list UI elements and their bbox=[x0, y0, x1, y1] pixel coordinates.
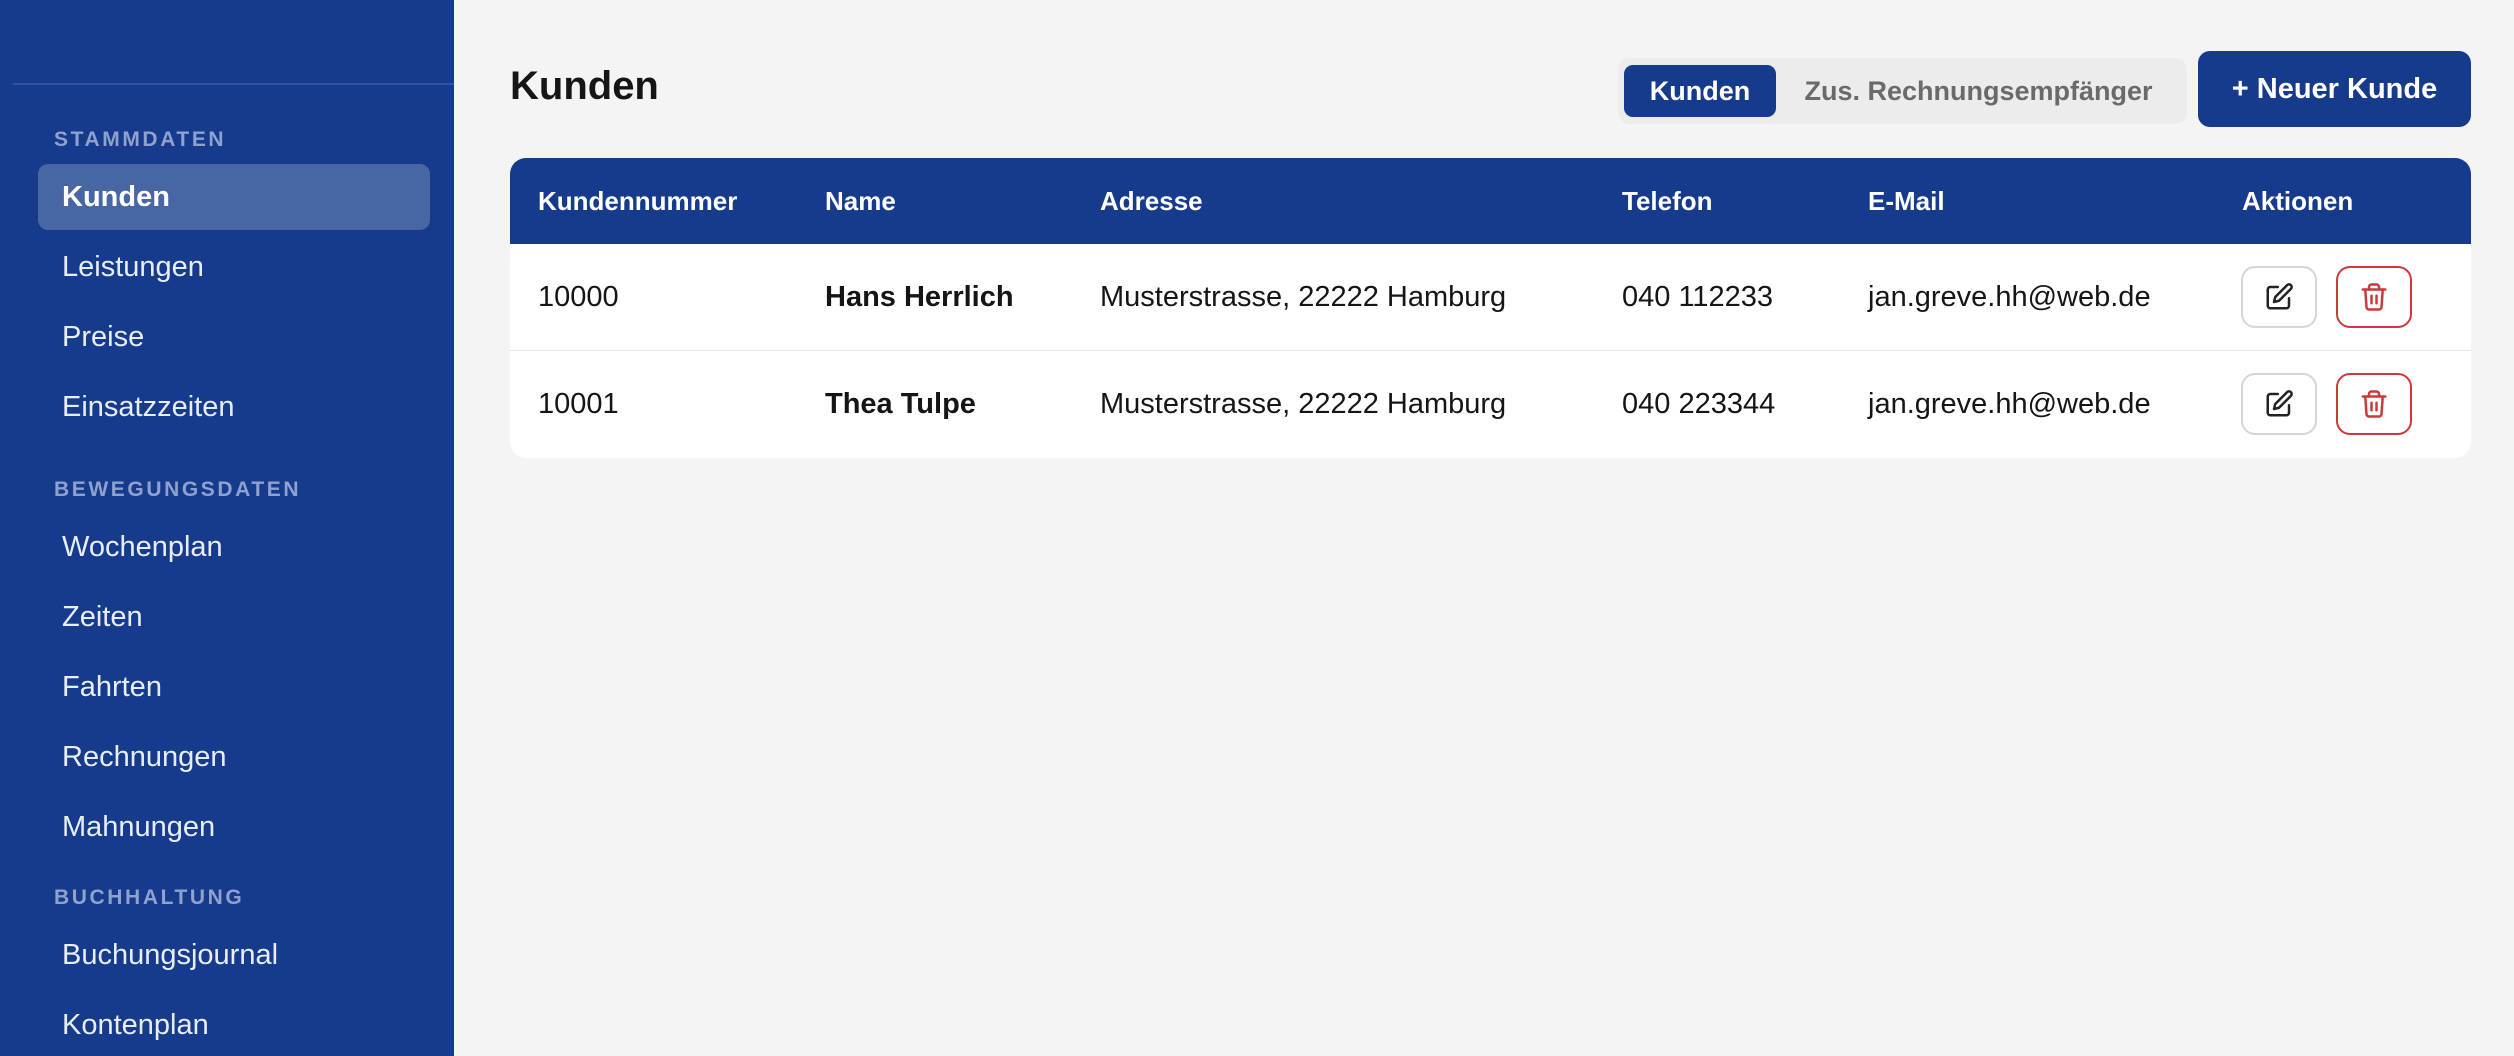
sidebar-item-fahrten[interactable]: Fahrten bbox=[38, 654, 430, 720]
customer-phone: 040 223344 bbox=[1622, 388, 1776, 420]
section-buchhaltung: BUCHHALTUNG bbox=[54, 886, 245, 909]
trash-icon bbox=[2361, 390, 2387, 418]
edit-icon bbox=[2266, 390, 2293, 417]
column-header-telefon: Telefon bbox=[1622, 185, 1713, 216]
customers-table: Kundennummer Name Adresse Telefon E-Mail… bbox=[510, 158, 2471, 458]
customer-address: Musterstrasse, 22222 Hamburg bbox=[1100, 388, 1507, 420]
page-title: Kunden bbox=[510, 64, 659, 108]
sidebar-item-kunden[interactable]: Kunden bbox=[38, 164, 430, 230]
sidebar: STAMMDATEN Kunden Leistungen Preise Eins… bbox=[0, 0, 454, 1056]
table-row: 10000 Hans Herrlich Musterstrasse, 22222… bbox=[510, 244, 2471, 351]
column-header-aktionen: Aktionen bbox=[2242, 185, 2354, 216]
column-header-kundennummer: Kundennummer bbox=[538, 185, 738, 216]
column-header-name: Name bbox=[825, 185, 896, 216]
sidebar-item-mahnungen[interactable]: Mahnungen bbox=[38, 794, 430, 860]
edit-icon bbox=[2266, 283, 2293, 310]
customer-phone: 040 112233 bbox=[1622, 281, 1774, 313]
trash-icon bbox=[2361, 283, 2387, 311]
sidebar-item-buchungsjournal[interactable]: Buchungsjournal bbox=[38, 922, 430, 988]
main-content: Kunden Kunden Zus. Rechnungsempfänger + … bbox=[454, 0, 2514, 1056]
customer-email: jan.greve.hh@web.de bbox=[1868, 388, 2151, 420]
view-switcher: Kunden Zus. Rechnungsempfänger bbox=[1618, 58, 2187, 124]
customer-number: 10000 bbox=[538, 281, 619, 313]
delete-button[interactable] bbox=[2336, 266, 2412, 328]
customer-address: Musterstrasse, 22222 Hamburg bbox=[1100, 281, 1507, 313]
section-stammdaten: STAMMDATEN bbox=[54, 128, 227, 151]
new-customer-button[interactable]: + Neuer Kunde bbox=[2198, 51, 2471, 127]
tab-kunden[interactable]: Kunden bbox=[1624, 65, 1776, 117]
sidebar-item-rechnungen[interactable]: Rechnungen bbox=[38, 724, 430, 790]
customer-name: Hans Herrlich bbox=[825, 281, 1014, 313]
table-row: 10001 Thea Tulpe Musterstrasse, 22222 Ha… bbox=[510, 351, 2471, 458]
column-header-adresse: Adresse bbox=[1100, 185, 1203, 216]
sidebar-item-zeiten[interactable]: Zeiten bbox=[38, 584, 430, 650]
sidebar-item-preise[interactable]: Preise bbox=[38, 304, 430, 370]
section-bewegungsdaten: BEWEGUNGSDATEN bbox=[54, 478, 302, 501]
sidebar-item-einsatzzeiten[interactable]: Einsatzzeiten bbox=[38, 374, 430, 440]
sidebar-divider bbox=[13, 83, 454, 85]
sidebar-item-wochenplan[interactable]: Wochenplan bbox=[38, 514, 430, 580]
sidebar-item-kontenplan[interactable]: Kontenplan bbox=[38, 992, 430, 1056]
customer-email: jan.greve.hh@web.de bbox=[1868, 281, 2151, 313]
customer-number: 10001 bbox=[538, 388, 619, 420]
table-header: Kundennummer Name Adresse Telefon E-Mail… bbox=[510, 158, 2471, 244]
delete-button[interactable] bbox=[2336, 373, 2412, 435]
edit-button[interactable] bbox=[2241, 373, 2317, 435]
edit-button[interactable] bbox=[2241, 266, 2317, 328]
column-header-email: E-Mail bbox=[1868, 185, 1945, 216]
tab-zus-rechnungsempfaenger[interactable]: Zus. Rechnungsempfänger bbox=[1776, 65, 2181, 117]
sidebar-item-leistungen[interactable]: Leistungen bbox=[38, 234, 430, 300]
customer-name: Thea Tulpe bbox=[825, 388, 976, 420]
